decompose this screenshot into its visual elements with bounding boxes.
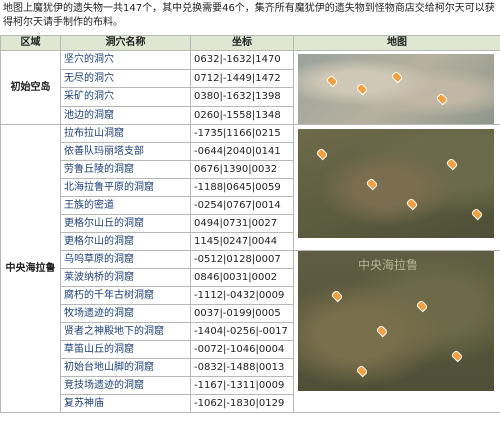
cave-coord: -0254|0767|0014 [190,196,294,215]
cave-coord: -0512|0128|0007 [190,250,294,269]
map-pin-icon [450,349,464,363]
cave-name: 腐朽的千年古树洞窟 [60,286,191,305]
cave-coord: -1062|-1830|0129 [190,394,294,413]
table-row: 中央海拉鲁 拉布拉山洞窟 -1735|1166|0215 [0,124,500,413]
cave-name: 劳鲁丘陵的洞窟 [60,160,191,179]
map-pin-icon [325,74,339,88]
cave-coord: 0037|-0199|0005 [190,304,294,323]
map-cell-central-north [293,124,500,251]
cave-coord: 0260|-1558|1348 [190,105,294,125]
map-pin-icon [470,207,484,221]
map-pin-icon [355,82,369,96]
cave-name: 采矿的洞穴 [60,87,191,107]
cave-table: 区域 洞穴名称 坐标 地图 初始空岛 坚穴的洞穴 0632|-1632|1470… [0,35,500,413]
map-pin-icon [355,364,369,378]
map-cell-start [293,50,500,125]
intro-text: 地图上魔犹伊的遗失物一共147个，其中兑换需要46个，集齐所有魔犹伊的遗失物到怪… [3,3,495,28]
header-coordinates: 坐标 [190,35,294,51]
header-map: 地图 [293,35,500,51]
map-pin-icon [330,289,344,303]
cave-name: 更格尔山的洞窟 [60,232,191,251]
cave-name: 贤者之神殿地下的洞窟 [60,322,191,341]
cave-name: 初始台地山脚的洞窟 [60,358,191,377]
map-pin-icon [435,92,449,106]
map-pin-icon [390,70,404,84]
cave-name: 无尽的洞穴 [60,68,191,88]
cave-name: 坚穴的洞穴 [60,50,191,70]
cave-name: 竞技场遗迹的洞窟 [60,376,191,395]
map-image-start-island [298,54,494,124]
cave-name: 复苏神庙 [60,394,191,413]
map-image-central-south: 中央海拉鲁 [298,251,494,391]
map-pin-icon [315,147,329,161]
cave-coord: 0494|0731|0027 [190,214,294,233]
cave-name: 乌呜草原的洞窟 [60,250,191,269]
table-row: 乌呜草原的洞窟 -0512|0128|0007 中央海拉鲁 [1,250,500,413]
cave-coord: -0644|2040|0141 [190,142,294,161]
cave-coord: 0846|0031|0002 [190,268,294,287]
cave-name: 牧场遗迹的洞窟 [60,304,191,323]
region-start-island: 初始空岛 [0,50,61,125]
cave-coord: -0832|-1488|0013 [190,358,294,377]
map-pin-icon [415,299,429,313]
cave-coord: -0072|-1046|0004 [190,340,294,359]
cave-coord: 0676|1390|0032 [190,160,294,179]
map-pin-icon [365,177,379,191]
cave-coord: -1735|1166|0215 [190,124,294,143]
cave-coord: 1145|0247|0044 [190,232,294,251]
cave-name: 依善队玛丽塔支部 [60,142,191,161]
map-region-label: 中央海拉鲁 [358,258,419,272]
table-row: 初始空岛 坚穴的洞穴 0632|-1632|1470 [0,50,500,125]
map-pin-icon [375,324,389,338]
map-pin-icon [445,157,459,171]
cave-coord: -1167|-1311|0009 [190,376,294,395]
cave-name: 拉布拉山洞窟 [60,124,191,143]
header-cave-name: 洞穴名称 [60,35,191,51]
header-row: 区域 洞穴名称 坐标 地图 [0,35,500,51]
cave-name: 王族的密道 [60,196,191,215]
header-region: 区域 [0,35,61,51]
cave-coord: 0380|-1632|1398 [190,87,294,107]
map-pin-icon [405,197,419,211]
cave-coord: 0712|-1449|1472 [190,68,294,88]
cave-name: 池边的洞窟 [60,105,191,125]
cave-name: 更格尔山丘的洞窟 [60,214,191,233]
cave-coord: -1112|-0432|0009 [190,286,294,305]
cave-name: 草笛山丘的洞窟 [60,340,191,359]
cave-coord: 0632|-1632|1470 [190,50,294,70]
region-central-hyrule: 中央海拉鲁 [0,124,61,413]
map-image-central-north [298,129,494,238]
cave-coord: -1404|-0256|-0017 [190,322,294,341]
cave-coord: -1188|0645|0059 [190,178,294,197]
map-cell-central-south: 中央海拉鲁 [293,250,500,413]
cave-name: 北海拉鲁平原的洞窟 [60,178,191,197]
cave-name: 莱波纳桥的洞窟 [60,268,191,287]
